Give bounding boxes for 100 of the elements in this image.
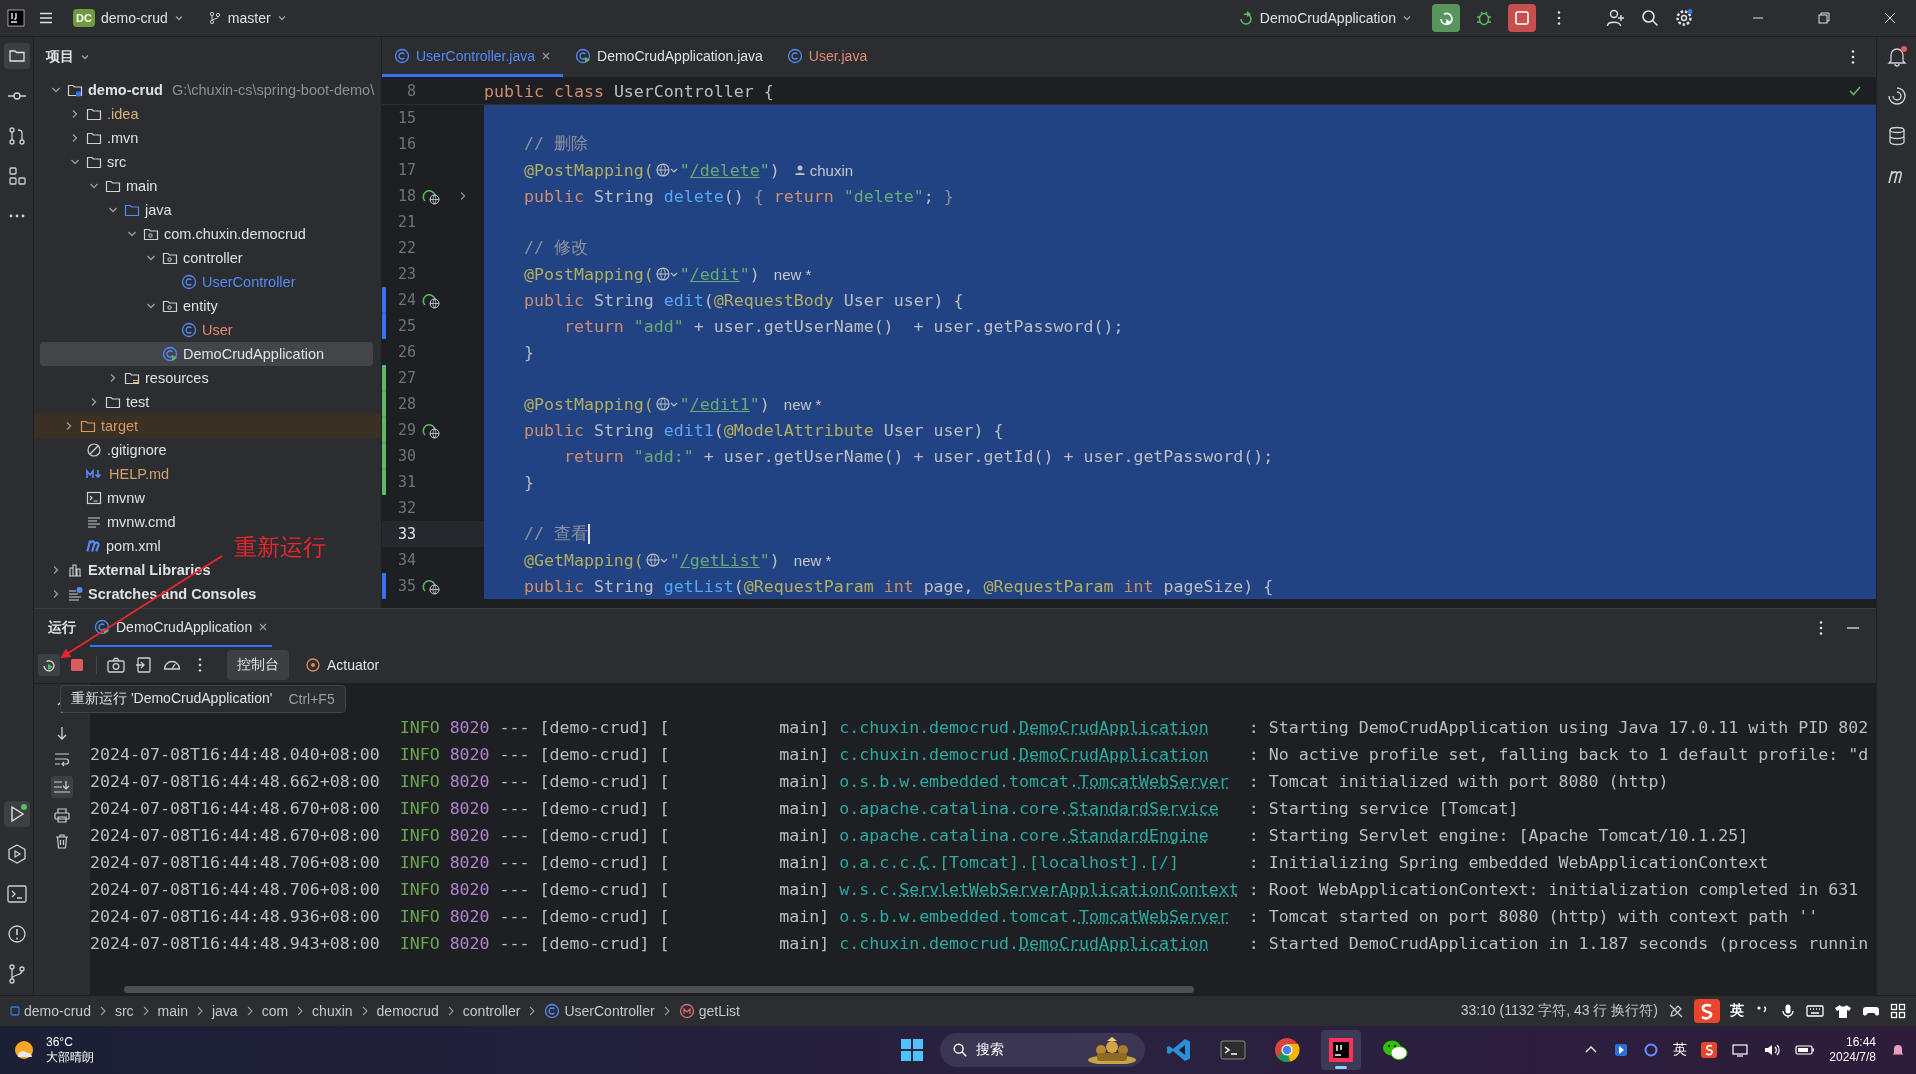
tree-item[interactable]: .mvn — [40, 126, 145, 150]
change-marker[interactable] — [382, 313, 386, 339]
project-folder-icon[interactable] — [3, 43, 30, 69]
rerun-icon[interactable] — [38, 654, 60, 676]
logger-name[interactable]: o.s.b.w.embedded.tomcat.TomcatWebServer — [839, 772, 1229, 791]
breadcrumb[interactable]: UserController — [544, 1003, 655, 1019]
globe-icon[interactable] — [654, 396, 679, 412]
breadcrumb[interactable]: democrud — [376, 1003, 439, 1019]
breadcrumb[interactable]: demo-crud — [10, 1003, 91, 1019]
branch-switcher[interactable]: master — [201, 6, 293, 30]
breadcrumb[interactable]: chuxin — [312, 1003, 353, 1019]
ide-icon[interactable] — [1327, 1036, 1356, 1064]
tree-item[interactable]: mvnw.cmd — [40, 510, 182, 534]
cursor-position[interactable]: 33:10 (1132 字符, 43 行 换行符) — [1460, 1002, 1658, 1020]
endpoint-icon[interactable] — [422, 421, 440, 439]
globe-icon[interactable] — [644, 552, 669, 568]
breadcrumb[interactable]: getList — [678, 1003, 740, 1019]
logger-name[interactable]: o.s.b.w.embedded.tomcat.TomcatWebServer — [839, 907, 1229, 926]
endpoint-icon[interactable] — [422, 577, 440, 595]
change-marker[interactable] — [382, 365, 386, 391]
trash-icon[interactable] — [53, 832, 71, 850]
editor-tab[interactable]: DemoCrudApplication.java — [563, 37, 775, 77]
breadcrumb[interactable]: com — [261, 1003, 289, 1019]
tree-item[interactable]: demo-crud G:\chuxin-cs\spring-boot-demo\ — [40, 78, 381, 102]
console-tab[interactable]: Actuator — [295, 651, 390, 679]
author-hint[interactable]: chuxin — [809, 161, 854, 179]
close-icon[interactable] — [258, 622, 269, 632]
tree-item[interactable]: User — [40, 318, 239, 342]
ring-icon[interactable] — [1643, 1042, 1660, 1058]
change-marker[interactable] — [382, 469, 386, 495]
tree-item[interactable]: entity — [40, 294, 224, 318]
change-marker[interactable] — [382, 391, 386, 417]
input-language[interactable]: 英 — [1673, 1041, 1688, 1059]
run-config-selector[interactable]: DemoCrudApplication — [1231, 6, 1418, 30]
settings-icon[interactable] — [1674, 8, 1694, 28]
globe-icon[interactable] — [654, 266, 679, 282]
tray-app-icon[interactable] — [1613, 1042, 1630, 1058]
endpoint-icon[interactable] — [422, 291, 440, 309]
logger-name[interactable]: c.chuxin.democrud.DemoCrudApplication — [839, 934, 1209, 953]
breadcrumb[interactable]: main — [157, 1003, 188, 1019]
browser-icon[interactable] — [1273, 1036, 1302, 1064]
tree-item[interactable]: UserController — [40, 270, 302, 294]
logger-name[interactable]: o.apache.catalina.core.StandardEngine — [839, 826, 1209, 845]
breadcrumb[interactable]: src — [114, 1003, 134, 1019]
breadcrumb[interactable]: java — [211, 1003, 238, 1019]
tree-item[interactable]: test — [40, 390, 156, 414]
logger-name[interactable]: c.chuxin.democrud.DemoCrudApplication — [839, 745, 1209, 764]
tree-item[interactable]: DemoCrudApplication — [40, 342, 373, 366]
notification-icon[interactable] — [1890, 1042, 1906, 1058]
search-icon[interactable] — [1640, 8, 1660, 28]
keyboard-icon[interactable] — [1806, 1003, 1824, 1019]
app-logo[interactable] — [7, 9, 25, 27]
tree-item[interactable]: main — [40, 174, 164, 198]
scroll-to-end-icon[interactable] — [51, 776, 73, 798]
soft-wrap-icon[interactable] — [53, 750, 71, 768]
shirt-icon[interactable] — [1834, 1003, 1852, 1019]
tree-item[interactable]: HELP.md — [40, 462, 176, 486]
breadcrumb[interactable]: controller — [462, 1003, 521, 1019]
stop-button[interactable] — [1508, 4, 1536, 32]
change-marker[interactable] — [382, 443, 386, 469]
close-icon[interactable] — [541, 50, 552, 61]
add-user-icon[interactable] — [1606, 8, 1626, 28]
input-language[interactable]: 英 — [1730, 1002, 1744, 1020]
input-method-logo-icon[interactable] — [1694, 999, 1720, 1023]
rerun-button[interactable] — [1432, 4, 1460, 32]
grid-icon[interactable] — [1890, 1003, 1906, 1019]
run-icon[interactable] — [3, 801, 30, 827]
tree-item[interactable]: resources — [40, 366, 215, 390]
scrollbar[interactable] — [124, 986, 1194, 993]
console-tab[interactable]: 控制台 — [227, 650, 289, 680]
speaker-icon[interactable] — [1763, 1042, 1782, 1058]
change-marker[interactable] — [382, 573, 386, 599]
inlay-hint[interactable]: new * — [773, 265, 812, 283]
inlay-hint[interactable]: new * — [783, 395, 822, 413]
tree-item[interactable]: com.chuxin.democrud — [40, 222, 312, 246]
project-view-selector[interactable]: 项目 — [40, 47, 96, 67]
inlay-hint[interactable]: new * — [793, 551, 832, 569]
project-switcher[interactable]: DC demo-crud — [67, 5, 190, 31]
tree-item[interactable]: src — [40, 150, 133, 174]
tree-item[interactable]: controller — [40, 246, 249, 270]
tree-item[interactable]: java — [40, 198, 178, 222]
tree-item[interactable]: pom.xml — [40, 534, 167, 558]
logger-name[interactable]: w.s.c.ServletWebServerApplicationContext — [839, 880, 1239, 899]
logger-name[interactable]: c.chuxin.democrud.DemoCrudApplication — [839, 718, 1209, 737]
clock[interactable]: 16:44 2024/7/8 — [1829, 1035, 1876, 1065]
search-field[interactable]: 搜索 — [940, 1033, 1146, 1067]
tree-item[interactable]: .idea — [40, 102, 145, 126]
tree-item[interactable]: Scratches and Consoles — [40, 582, 263, 606]
tree-item[interactable]: target — [34, 414, 381, 438]
tree-item[interactable]: .gitignore — [40, 438, 173, 462]
editor-tab[interactable]: User.java — [774, 37, 880, 77]
endpoint-icon[interactable] — [422, 187, 440, 205]
input-method-logo-icon[interactable] — [1701, 1042, 1718, 1058]
logger-name[interactable]: o.a.c.c.C.[Tomcat].[localhost].[/] — [839, 853, 1179, 872]
logger-name[interactable]: o.apache.catalina.core.StandardService — [839, 799, 1219, 818]
pen-off-icon[interactable] — [1668, 1003, 1684, 1019]
change-marker[interactable] — [382, 417, 386, 443]
print-icon[interactable] — [53, 806, 71, 824]
globe-icon[interactable] — [654, 162, 679, 178]
tree-item[interactable]: mvnw — [40, 486, 151, 510]
